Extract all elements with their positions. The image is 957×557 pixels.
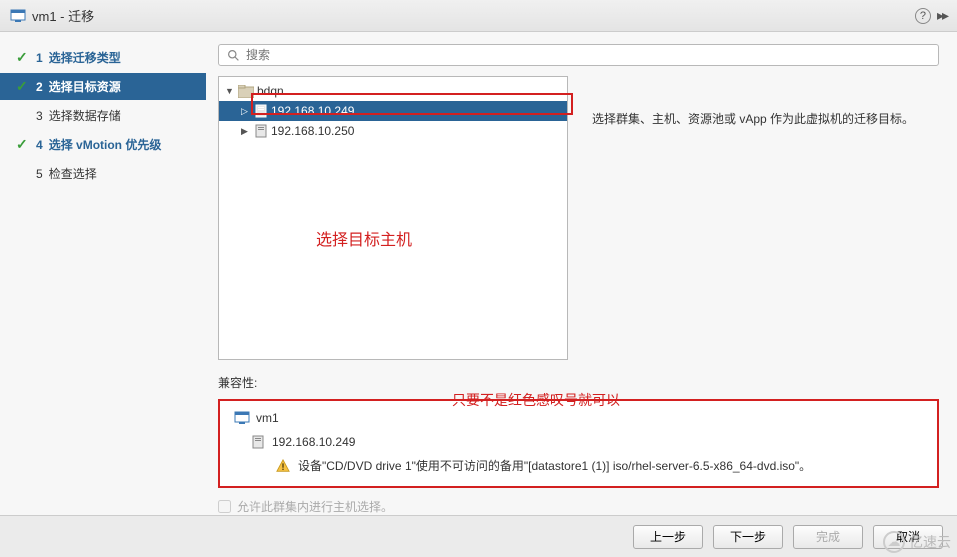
step-migration-type[interactable]: ✓ 1 选择迁移类型 — [0, 44, 206, 71]
footer: 上一步 下一步 完成 取消 — [0, 515, 957, 557]
check-icon: ✓ — [16, 136, 30, 153]
resource-tree: ▼ bdqn ▷ 192.168.10.249 — [218, 76, 568, 360]
cloud-icon: ☁ — [883, 531, 905, 553]
tree-host-249[interactable]: ▷ 192.168.10.249 — [219, 101, 567, 121]
search-bar[interactable] — [218, 44, 939, 66]
host-icon — [252, 435, 264, 449]
step-label: 选择数据存储 — [49, 107, 121, 124]
finish-button: 完成 — [793, 525, 863, 549]
caret-right-icon: ▷ — [241, 106, 251, 117]
compat-warning-text: 设备"CD/DVD drive 1"使用不可访问的备用"[datastore1 … — [298, 457, 811, 474]
step-datastore[interactable]: ✓ 3 选择数据存储 — [0, 102, 206, 129]
step-number: 2 — [36, 80, 43, 94]
wizard-steps: ✓ 1 选择迁移类型 ✓ 2 选择目标资源 ✓ 3 选择数据存储 ✓ 4 选择 … — [0, 32, 206, 515]
tree-label: 192.168.10.249 — [271, 104, 354, 118]
tree-label: bdqn — [257, 84, 284, 98]
check-icon: ✓ — [16, 78, 30, 95]
vm-icon — [234, 411, 250, 425]
watermark: ☁ 亿速云 — [883, 531, 951, 553]
watermark-text: 亿速云 — [909, 532, 951, 552]
caret-down-icon: ▼ — [225, 86, 235, 96]
host-icon — [255, 124, 267, 138]
tree-cluster-bdqn[interactable]: ▼ bdqn — [219, 81, 567, 101]
help-icon[interactable]: ? — [915, 8, 931, 24]
annotation-select-host: 选择目标主机 — [316, 226, 412, 250]
step-label: 选择 vMotion 优先级 — [49, 136, 162, 153]
host-icon — [255, 104, 267, 118]
allow-cluster-host-checkbox — [218, 500, 231, 513]
next-button[interactable]: 下一步 — [713, 525, 783, 549]
tree-label: 192.168.10.250 — [271, 124, 354, 138]
titlebar: vm1 - 迁移 ? ▸▸ — [0, 0, 957, 32]
compatibility-label: 兼容性: — [218, 374, 939, 391]
caret-right-icon: ▶ — [241, 126, 251, 137]
back-button[interactable]: 上一步 — [633, 525, 703, 549]
check-icon: ✓ — [16, 49, 30, 66]
step-label: 选择迁移类型 — [49, 49, 121, 66]
compat-vm-name: vm1 — [256, 411, 279, 425]
compat-host-ip: 192.168.10.249 — [272, 435, 355, 449]
warning-icon — [276, 459, 290, 473]
step-target-resource[interactable]: ✓ 2 选择目标资源 — [0, 73, 206, 100]
step-label: 选择目标资源 — [49, 78, 121, 95]
datacenter-icon — [238, 85, 254, 98]
step-vmotion-priority[interactable]: ✓ 4 选择 vMotion 优先级 — [0, 131, 206, 158]
expand-icon[interactable]: ▸▸ — [937, 7, 947, 24]
annotation-warn-ok: 只要不是红色感叹号就可以 — [452, 390, 620, 410]
step-number: 1 — [36, 51, 43, 65]
search-icon — [227, 49, 240, 62]
step-number: 5 — [36, 167, 43, 181]
step-number: 3 — [36, 109, 43, 123]
vm-icon — [10, 9, 26, 23]
tree-host-250[interactable]: ▶ 192.168.10.250 — [219, 121, 567, 141]
step-number: 4 — [36, 138, 43, 152]
step-label: 检查选择 — [49, 165, 97, 182]
allow-cluster-host-label: 允许此群集内进行主机选择。 — [237, 498, 393, 515]
info-text: 选择群集、主机、资源池或 vApp 作为此虚拟机的迁移目标。 — [586, 76, 939, 360]
dialog-title: vm1 - 迁移 — [32, 6, 94, 25]
step-review[interactable]: ✓ 5 检查选择 — [0, 160, 206, 187]
compatibility-panel: vm1 192.168.10.249 设备"CD/DVD drive 1"使用不… — [218, 399, 939, 488]
search-input[interactable] — [246, 48, 930, 62]
